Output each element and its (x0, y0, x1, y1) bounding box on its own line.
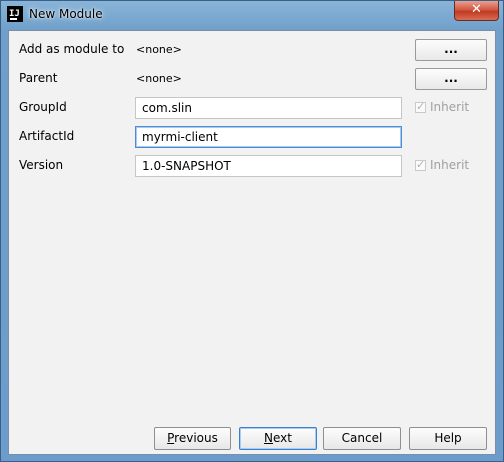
add-as-module-to-label: Add as module to (19, 42, 125, 56)
cancel-button[interactable]: Cancel (323, 427, 401, 450)
close-icon[interactable]: ✕ (454, 1, 499, 21)
next-mnemonic: N (264, 431, 273, 445)
add-as-module-browse-button[interactable]: ... (415, 39, 487, 61)
version-inherit-checkbox[interactable]: Inherit (415, 158, 469, 172)
new-module-dialog: IJ New Module ✕ Add as module to <none> … (0, 0, 504, 462)
version-label: Version (19, 158, 64, 172)
previous-label-rest: revious (174, 431, 218, 445)
dialog-content: Add as module to <none> ... Parent <none… (8, 30, 496, 455)
version-inherit-label: Inherit (430, 158, 470, 172)
parent-label: Parent (19, 71, 58, 85)
version-field[interactable] (135, 155, 402, 177)
group-id-label: GroupId (19, 100, 67, 114)
checkbox-check-icon (415, 100, 426, 113)
app-icon-text: IJ (9, 9, 20, 19)
window-title: New Module (29, 7, 103, 21)
parent-browse-button[interactable]: ... (415, 68, 487, 90)
add-as-module-to-value: <none> (136, 43, 182, 56)
intellij-app-icon: IJ (7, 6, 23, 22)
parent-value: <none> (136, 72, 182, 85)
artifact-id-field[interactable] (135, 126, 402, 148)
artifact-id-label: ArtifactId (19, 129, 75, 143)
group-id-inherit-checkbox[interactable]: Inherit (415, 100, 469, 114)
next-label-rest: ext (273, 431, 292, 445)
help-button[interactable]: Help (409, 427, 487, 450)
next-button[interactable]: Next (239, 427, 317, 450)
title-bar[interactable]: IJ New Module ✕ (1, 1, 503, 29)
group-id-inherit-label: Inherit (430, 100, 470, 114)
previous-button[interactable]: Previous (154, 427, 231, 450)
group-id-field[interactable] (135, 97, 402, 119)
checkbox-check-icon (415, 158, 426, 171)
